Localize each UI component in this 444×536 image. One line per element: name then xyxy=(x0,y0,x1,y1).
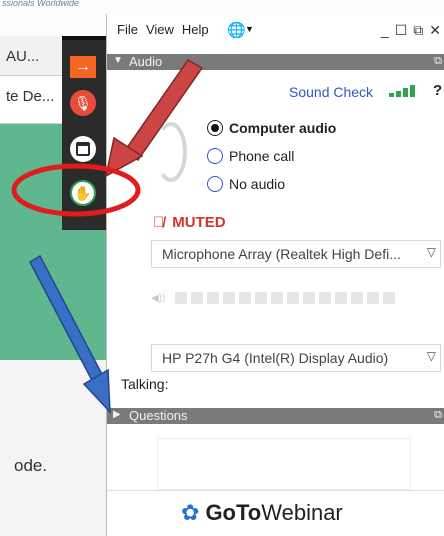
mic-muted-icon: 🎙 xyxy=(74,94,92,111)
radio-button[interactable] xyxy=(207,176,223,192)
minimize-icon[interactable]: _ xyxy=(381,22,389,39)
radio-button-selected[interactable] xyxy=(207,120,223,136)
menu-bar: File View Help 🌐 ▼ _ ☐ ⧉ ✕ xyxy=(107,14,444,52)
control-toolbar: → 🎙 ✋ xyxy=(62,36,106,230)
gotowebinar-logo-icon: ✿ xyxy=(181,500,200,525)
background-grey-area xyxy=(0,360,112,536)
speaker-icon: ◀)) xyxy=(151,292,166,304)
background-mode-text: ode. xyxy=(14,456,48,475)
logo-bold-text: GoTo xyxy=(205,500,262,525)
radio-label-computer-audio: Computer audio xyxy=(229,120,337,136)
menu-file[interactable]: File xyxy=(117,22,138,37)
panel-icon xyxy=(76,142,90,156)
menu-help[interactable]: Help xyxy=(182,22,209,37)
sound-check-link[interactable]: Sound Check xyxy=(289,84,373,100)
expand-triangle-icon: ▼ xyxy=(113,55,123,66)
collapsed-triangle-icon: ▶ xyxy=(113,409,121,420)
radio-phone-call[interactable]: Phone call xyxy=(207,148,294,164)
gotowebinar-logo: ✿ GoToWebinar xyxy=(181,500,343,526)
signal-strength-icon xyxy=(389,85,415,97)
raise-hand-icon: ✋ xyxy=(74,184,92,201)
radio-button[interactable] xyxy=(207,148,223,164)
questions-section-title: Questions xyxy=(129,408,188,423)
restore-icon[interactable]: ☐ xyxy=(395,22,408,39)
loading-spinner-icon xyxy=(155,122,187,182)
raise-hand-button[interactable]: ✋ xyxy=(70,180,96,206)
microphone-select-value: Microphone Array (Realtek High Defi... xyxy=(162,246,401,262)
background-tab-2-label: te De... xyxy=(6,88,55,105)
popout-icon[interactable]: ⧉ xyxy=(434,409,442,422)
muted-label: MUTED xyxy=(172,214,226,231)
radio-label-no-audio: No audio xyxy=(229,176,286,192)
radio-label-phone-call: Phone call xyxy=(229,148,295,164)
popout-icon[interactable]: ⧉ xyxy=(434,55,442,68)
footer-divider xyxy=(107,490,444,491)
audio-section-title: Audio xyxy=(129,54,163,69)
collapse-panel-button[interactable]: → xyxy=(70,56,96,78)
logo-rest-text: Webinar xyxy=(261,500,343,525)
microphone-select[interactable]: Microphone Array (Realtek High Defi... ▽ xyxy=(151,240,441,268)
mic-muted-icon: 🎙̸ xyxy=(153,214,165,231)
radio-no-audio[interactable]: No audio xyxy=(207,176,285,192)
questions-section-header[interactable]: ▶ Questions ⧉ xyxy=(107,408,444,424)
speaker-select[interactable]: HP P27h G4 (Intel(R) Display Audio) ▽ xyxy=(151,344,441,372)
chevron-down-icon: ▽ xyxy=(426,349,436,363)
audio-section-header[interactable]: ▼ Audio ⧉ xyxy=(107,54,444,70)
chevron-down-icon[interactable]: ▼ xyxy=(245,24,254,34)
muted-status: 🎙̸ MUTED xyxy=(153,214,226,231)
screen-toggle-button[interactable] xyxy=(70,136,96,162)
window-controls: _ ☐ ⧉ ✕ xyxy=(381,22,441,39)
close-icon[interactable]: ✕ xyxy=(429,22,441,39)
audio-level-meter: ◀)) xyxy=(151,292,396,304)
questions-content xyxy=(157,438,411,490)
popout-icon[interactable]: ⧉ xyxy=(413,22,423,39)
chevron-down-icon: ▽ xyxy=(426,245,436,259)
speaker-select-value: HP P27h G4 (Intel(R) Display Audio) xyxy=(162,350,389,366)
background-header-text: ssionals Worldwide xyxy=(2,0,80,8)
talking-label: Talking: xyxy=(121,376,169,392)
menu-view[interactable]: View xyxy=(146,22,174,37)
arrow-right-icon: → xyxy=(75,58,91,75)
mute-toggle-button[interactable]: 🎙 xyxy=(70,90,96,116)
help-icon[interactable]: ? xyxy=(433,82,442,99)
background-tab-1[interactable]: AU... xyxy=(0,36,70,76)
radio-computer-audio[interactable]: Computer audio xyxy=(207,120,336,136)
background-tab-2[interactable]: te De... xyxy=(0,76,70,124)
control-panel: File View Help 🌐 ▼ _ ☐ ⧉ ✕ ▼ Audio ⧉ Sou… xyxy=(106,14,444,536)
globe-icon[interactable]: 🌐 xyxy=(227,21,246,39)
background-tab-1-label: AU... xyxy=(6,48,40,65)
